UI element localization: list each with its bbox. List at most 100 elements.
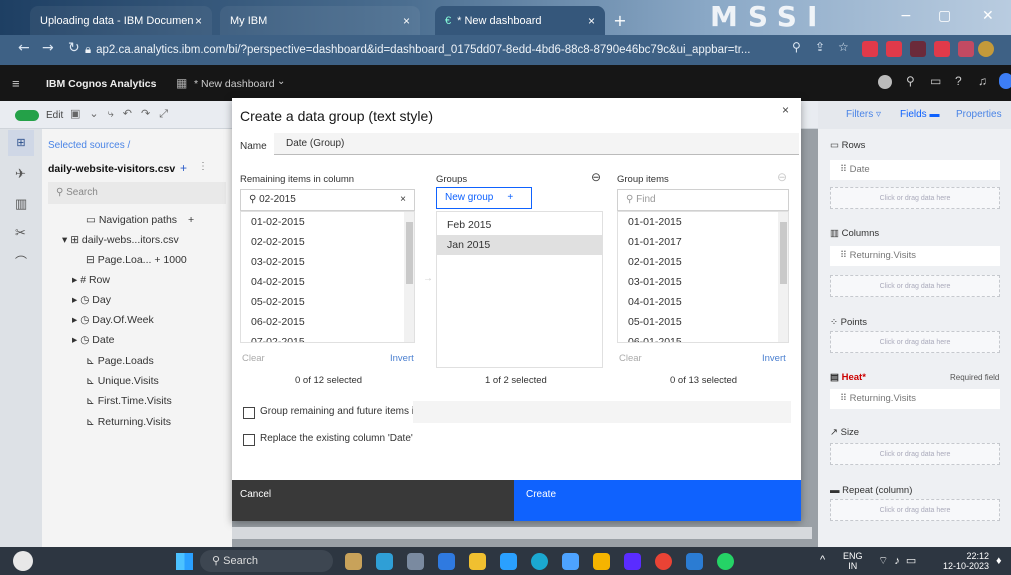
rows-dropzone[interactable]: Click or drag data here bbox=[830, 187, 1000, 209]
group-items-clear-link[interactable]: Clear bbox=[619, 353, 642, 364]
app-icon[interactable] bbox=[376, 553, 393, 570]
clock[interactable]: 22:12 12-10-2023 bbox=[937, 551, 989, 571]
list-item[interactable]: 04-02-2015 bbox=[241, 272, 414, 292]
chevron-down-icon[interactable]: ⌄ bbox=[277, 76, 285, 87]
source-name[interactable]: daily-website-visitors.csv bbox=[48, 163, 175, 175]
whatsapp-icon[interactable] bbox=[717, 553, 734, 570]
remaining-invert-link[interactable]: Invert bbox=[390, 353, 414, 364]
scrollbar-thumb[interactable] bbox=[406, 222, 413, 284]
group-remaining-checkbox[interactable] bbox=[243, 407, 255, 419]
list-item[interactable]: 05-01-2015 bbox=[618, 312, 788, 332]
remaining-search-input[interactable]: ⚲ 02-2015 × bbox=[240, 189, 415, 211]
browser-tab-dashboard[interactable]: € * New dashboard × bbox=[435, 6, 605, 35]
document-title[interactable]: * New dashboard bbox=[194, 78, 275, 90]
list-item[interactable]: 03-02-2015 bbox=[241, 252, 414, 272]
group-remaining-name-input[interactable] bbox=[413, 401, 791, 423]
close-icon[interactable]: × bbox=[588, 14, 595, 28]
tree-item-dayofweek[interactable]: ▸ ◷ Day.Of.Week bbox=[72, 314, 154, 326]
list-item[interactable]: 05-02-2015 bbox=[241, 292, 414, 312]
extension-icon[interactable] bbox=[886, 41, 902, 57]
group-items-find-input[interactable]: ⚲ Find bbox=[617, 189, 789, 211]
name-input[interactable]: Date (Group) bbox=[274, 133, 799, 155]
system-tray-icons[interactable]: ⌔♪▭ bbox=[878, 554, 922, 568]
tree-item-row[interactable]: ▸ # Row bbox=[72, 274, 110, 286]
group-items-invert-link[interactable]: Invert bbox=[762, 353, 786, 364]
window-close-icon[interactable]: ✕ bbox=[982, 8, 994, 24]
help-icon[interactable]: ? bbox=[955, 74, 962, 88]
add-source-icon[interactable]: + bbox=[180, 161, 187, 175]
cancel-button[interactable]: Cancel bbox=[232, 480, 514, 521]
app-icon[interactable] bbox=[500, 553, 517, 570]
close-icon[interactable]: × bbox=[403, 14, 410, 28]
forward-icon[interactable]: → bbox=[42, 40, 54, 56]
tree-item-returning-visits[interactable]: ⊾ Returning.Visits bbox=[86, 416, 171, 428]
new-tab-button[interactable]: + bbox=[610, 10, 630, 30]
group-item-selected[interactable]: Jan 2015 bbox=[437, 235, 602, 255]
bell-icon[interactable]: ♫ bbox=[978, 74, 987, 88]
create-button[interactable]: Create bbox=[514, 480, 801, 521]
file-explorer-icon[interactable] bbox=[469, 553, 486, 570]
browser-tab-myibm[interactable]: My IBM × bbox=[220, 6, 420, 35]
chevron-up-icon[interactable]: ^ bbox=[820, 554, 825, 566]
edge-icon[interactable] bbox=[531, 553, 548, 570]
minimize-icon[interactable]: − bbox=[900, 8, 912, 24]
list-item[interactable]: 06-02-2015 bbox=[241, 312, 414, 332]
tree-item-first-time-visits[interactable]: ⊾ First.Time.Visits bbox=[86, 395, 172, 407]
list-item[interactable]: 04-01-2015 bbox=[618, 292, 788, 312]
list-item[interactable]: 03-01-2015 bbox=[618, 272, 788, 292]
new-group-button[interactable]: New group + bbox=[436, 187, 532, 209]
widgets-icon[interactable] bbox=[13, 551, 33, 571]
scrollbar-thumb[interactable] bbox=[780, 222, 787, 284]
size-dropzone[interactable]: Click or drag data here bbox=[830, 443, 1000, 465]
address-bar[interactable]: 🔒︎ ap2.ca.analytics.ibm.com/bi/?perspect… bbox=[85, 40, 785, 60]
taskbar-search[interactable]: ⚲ Search bbox=[200, 550, 333, 572]
assistant-rail-icon[interactable]: ⌒ bbox=[15, 253, 27, 270]
clear-icon[interactable]: × bbox=[400, 190, 406, 210]
replace-column-checkbox[interactable] bbox=[243, 434, 255, 446]
app-icon[interactable] bbox=[593, 553, 610, 570]
scrollbar[interactable] bbox=[404, 212, 414, 342]
collapse-icon[interactable]: ⊖ bbox=[591, 170, 601, 184]
columns-field[interactable]: ⠿ Returning.Visits bbox=[830, 246, 1000, 266]
widgets-icon[interactable]: ✂ bbox=[15, 225, 26, 241]
tree-item-navigation-paths[interactable]: ▭ Navigation paths + bbox=[86, 214, 194, 226]
close-icon[interactable]: × bbox=[195, 14, 202, 28]
bookmark-star-icon[interactable]: ☆ bbox=[838, 40, 849, 54]
extension-icon[interactable] bbox=[934, 41, 950, 57]
tree-item-table[interactable]: ▾ ⊞ daily-webs...itors.csv bbox=[62, 234, 179, 246]
canvas-scrollbar[interactable] bbox=[232, 527, 812, 539]
extension-icon[interactable] bbox=[958, 41, 974, 57]
close-icon[interactable]: × bbox=[782, 103, 789, 117]
browser-tab-uploading[interactable]: Uploading data - IBM Documen × bbox=[30, 6, 212, 35]
tree-item-date[interactable]: ▸ ◷ Date bbox=[72, 334, 114, 346]
word-icon[interactable] bbox=[686, 553, 703, 570]
app-icon[interactable] bbox=[438, 553, 455, 570]
share-icon[interactable]: ⇪ bbox=[815, 40, 825, 54]
profile-avatar[interactable] bbox=[978, 41, 994, 57]
toolbar-icons[interactable]: ▣⌄⤷↶↷⤢ bbox=[70, 107, 177, 121]
notification-bell-icon[interactable]: ♦ bbox=[996, 555, 1002, 567]
list-item[interactable]: 01-01-2017 bbox=[618, 232, 788, 252]
hamburger-menu-icon[interactable]: ≡ bbox=[12, 76, 20, 91]
language-indicator[interactable]: ENG IN bbox=[843, 551, 863, 571]
repeat-dropzone[interactable]: Click or drag data here bbox=[830, 499, 1000, 521]
list-item[interactable]: 01-02-2015 bbox=[241, 212, 414, 232]
selected-sources-link[interactable]: Selected sources / bbox=[48, 140, 130, 151]
navigation-icon[interactable]: ✈ bbox=[15, 166, 26, 182]
tree-item-unique-visits[interactable]: ⊾ Unique.Visits bbox=[86, 375, 159, 387]
chat-icon[interactable]: ▭ bbox=[930, 74, 941, 88]
list-item[interactable]: 02-01-2015 bbox=[618, 252, 788, 272]
user-avatar[interactable] bbox=[999, 73, 1011, 89]
remaining-clear-link[interactable]: Clear bbox=[242, 353, 265, 364]
extension-icon[interactable] bbox=[910, 41, 926, 57]
windows-start-icon[interactable] bbox=[176, 553, 193, 570]
app-icon[interactable] bbox=[407, 553, 424, 570]
tab-filters[interactable]: Filters ▿ bbox=[846, 109, 881, 120]
list-item[interactable]: 02-02-2015 bbox=[241, 232, 414, 252]
chrome-icon[interactable] bbox=[655, 553, 672, 570]
heat-field[interactable]: ⠿ Returning.Visits bbox=[830, 389, 1000, 409]
edit-toggle[interactable] bbox=[15, 110, 39, 121]
search-icon[interactable]: ⚲ bbox=[906, 74, 915, 88]
tree-item-day[interactable]: ▸ ◷ Day bbox=[72, 294, 111, 306]
move-arrow-icon[interactable]: → bbox=[423, 273, 433, 284]
